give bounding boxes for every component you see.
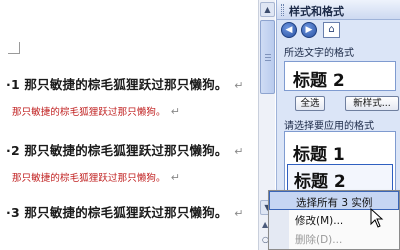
menu-item-label: 删除(D)... <box>295 234 343 246</box>
drag-handle-icon[interactable] <box>281 4 284 16</box>
heading-number: ·1 <box>6 77 20 92</box>
paragraph-mark-icon: ↵ <box>234 145 244 158</box>
paragraph-mark-icon: ↵ <box>234 79 244 92</box>
forward-arrow-icon[interactable]: ▶ <box>301 22 317 38</box>
task-pane-header: 样式和格式 <box>277 0 400 20</box>
task-pane-title: 样式和格式 <box>289 5 344 18</box>
heading-text: 那只敏捷的棕毛狐狸跃过那只懒狗。 <box>24 143 228 158</box>
doc-heading-1[interactable]: ·1 那只敏捷的棕毛狐狸跃过那只懒狗。 ↵ <box>6 74 244 93</box>
style-item-heading-1[interactable]: 标题 1 <box>287 138 393 166</box>
document-page[interactable]: ·1 那只敏捷的棕毛狐狸跃过那只懒狗。 ↵ 那只敏捷的棕毛狐狸跃过那只懒狗。 ↵… <box>0 0 258 250</box>
paragraph-mark-icon: ↵ <box>234 207 244 220</box>
paragraph-mark-icon: ↵ <box>170 171 181 184</box>
task-pane-nav: ◀ ▶ ⌂ <box>281 22 345 40</box>
body-text: 那只敏捷的棕毛狐狸跃过那只懒狗。 <box>12 107 166 118</box>
page-margin-corner-mark <box>8 42 20 54</box>
selected-text-format-label: 所选文字的格式 <box>284 48 354 59</box>
new-style-button[interactable]: 新样式... <box>345 96 399 111</box>
doc-body-1[interactable]: 那只敏捷的棕毛狐狸跃过那只懒狗。 ↵ <box>12 104 180 118</box>
select-all-button[interactable]: 全选 <box>295 96 325 111</box>
thumb-grip <box>265 60 271 61</box>
body-text: 那只敏捷的棕毛狐狸跃过那只懒狗。 <box>12 173 166 184</box>
doc-heading-2[interactable]: ·2 那只敏捷的棕毛狐狸跃过那只懒狗。 ↵ <box>6 140 244 159</box>
home-icon[interactable]: ⌂ <box>323 22 340 38</box>
style-item-heading-2[interactable]: 标题 2 <box>287 164 393 192</box>
menu-item-label: 选择所有 3 实例 <box>296 197 373 209</box>
apply-format-label: 请选择要应用的格式 <box>284 121 374 132</box>
menu-item-delete: 删除(D)... <box>269 229 399 248</box>
style-name: 标题 1 <box>293 145 345 165</box>
doc-body-2[interactable]: 那只敏捷的棕毛狐狸跃过那只懒狗。 ↵ <box>12 170 180 184</box>
thumb-grip <box>265 54 271 55</box>
paragraph-mark-icon: ↵ <box>170 105 181 118</box>
heading-text: 那只敏捷的棕毛狐狸跃过那只懒狗。 <box>24 205 228 220</box>
thumb-grip <box>265 57 271 58</box>
back-arrow-icon[interactable]: ◀ <box>281 22 297 38</box>
menu-item-label: 修改(M)... <box>295 215 344 227</box>
current-style-name: 标题 2 <box>293 71 345 91</box>
heading-number: ·2 <box>6 143 20 158</box>
heading-number: ·3 <box>6 205 20 220</box>
heading-text: 那只敏捷的棕毛狐狸跃过那只懒狗。 <box>24 77 228 92</box>
scrollbar-thumb[interactable] <box>260 20 275 94</box>
doc-heading-3[interactable]: ·3 那只敏捷的棕毛狐狸跃过那只懒狗。 ↵ <box>6 202 244 221</box>
mouse-pointer-icon <box>370 208 384 228</box>
scroll-up-icon[interactable]: ▲ <box>260 2 275 17</box>
current-style-box[interactable]: 标题 2 <box>284 61 396 91</box>
style-name: 标题 2 <box>294 172 346 192</box>
